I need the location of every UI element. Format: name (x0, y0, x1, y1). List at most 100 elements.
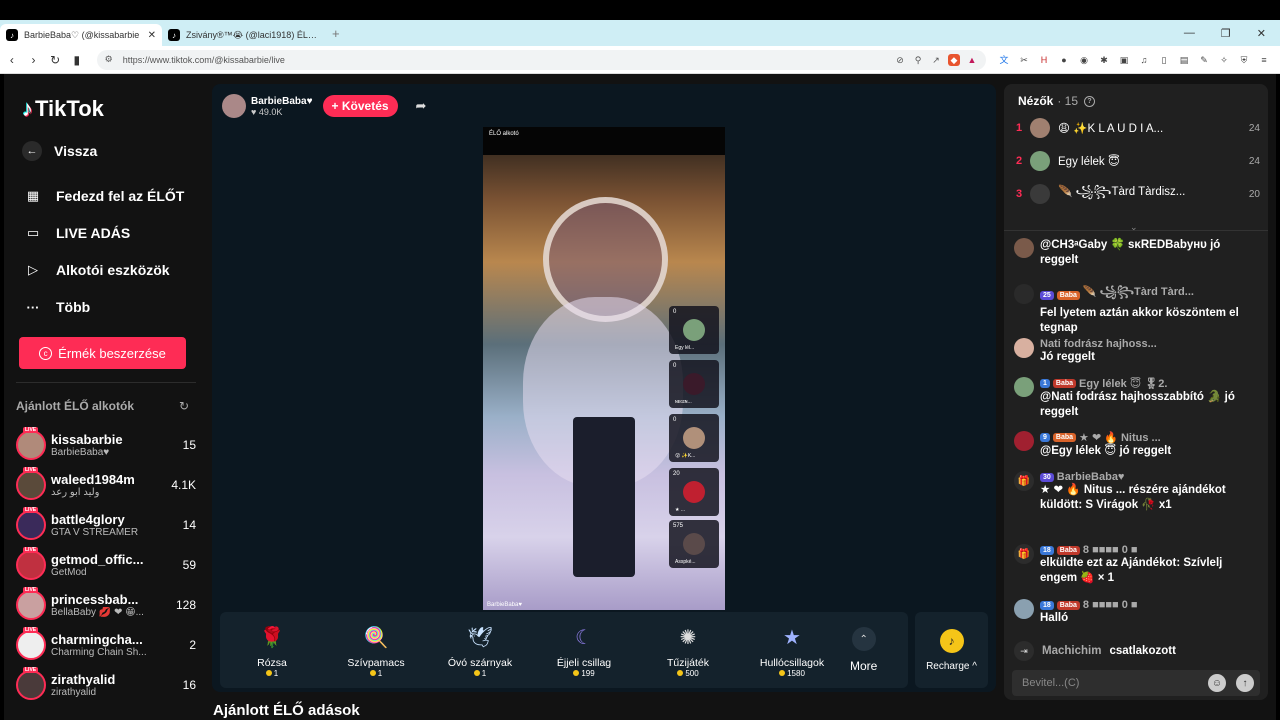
mini-viewer-card[interactable]: 20 ★ ... (669, 468, 719, 516)
tab-close-icon[interactable]: ✕ (148, 30, 156, 41)
forward-icon[interactable]: › (24, 53, 44, 67)
message-user[interactable]: 8 ■■■■ 0 ■ (1083, 544, 1138, 556)
mini-card-name: Egy lél... (675, 345, 695, 351)
creator-item[interactable]: LIVE kissabarbie BarbieBaba♥ 15 (16, 427, 196, 463)
join-user[interactable]: Machichim (1042, 645, 1101, 657)
gift-szivpamacs[interactable]: 🍭 Szívpamacs 1 (324, 623, 428, 678)
mini-viewer-card[interactable]: 0 ɴᴇɢɪɴ... (669, 360, 719, 408)
message-user[interactable]: 🪶 ꧁꧂Tàrd Tàrd... (1083, 284, 1194, 306)
mini-viewer-card[interactable]: 575 Asspké... (669, 520, 719, 568)
close-window-icon[interactable]: ✕ (1257, 27, 1266, 40)
viewer-rank: 2 (1016, 155, 1023, 167)
mini-card-name: ɴᴇɢɪɴ... (675, 399, 692, 405)
user-avatar[interactable] (1014, 599, 1034, 619)
mini-card-count: 0 (673, 417, 677, 423)
share-arrow-icon[interactable]: ➦ (416, 98, 427, 114)
viewers-title[interactable]: Nézők (1018, 94, 1053, 108)
vpn-icon[interactable]: ▲ (966, 54, 978, 66)
get-coins-button[interactable]: c Érmék beszerzése (19, 337, 186, 369)
nav-creator-tools[interactable]: ▷ Alkotói eszközök (22, 259, 170, 281)
browser-tab-active[interactable]: ♪ BarbieBaba♡ (@kissabarbie ✕ (0, 24, 162, 46)
maximize-icon[interactable]: ❐ (1221, 27, 1231, 40)
vpn-shield-icon[interactable]: ⛨ (1238, 54, 1250, 66)
emoji-icon[interactable]: ☺ (1208, 674, 1226, 692)
gift-ejjeli-csillag[interactable]: ☾ Éjjeli csillag 199 (532, 623, 636, 678)
user-avatar[interactable] (1014, 338, 1034, 358)
recharge-button[interactable]: ♪ Recharge ^ (915, 612, 988, 688)
extension-icon[interactable]: ✎ (1198, 54, 1210, 66)
extension-icon[interactable]: ◉ (1078, 54, 1090, 66)
gift-rozsa[interactable]: 🌹 Rózsa 1 (220, 623, 324, 678)
creator-item[interactable]: LIVE waleed1984m وليد ابو رعد 4.1K (16, 467, 196, 503)
user-avatar[interactable] (1014, 431, 1034, 451)
user-avatar[interactable] (1014, 238, 1034, 258)
message-user[interactable]: Egy lélek 😇 🎖2. (1079, 377, 1167, 390)
sidebar-icon[interactable]: ▯ (1158, 54, 1170, 66)
creator-item[interactable]: LIVE charmingcha... Charming Chain Sh... … (16, 627, 196, 663)
ai-icon[interactable]: ✧ (1218, 54, 1230, 66)
creator-item[interactable]: LIVE zirathyalid zirathyalid 16 (16, 667, 196, 703)
url-field[interactable]: ⚙ https://www.tiktok.com/@kissabarbie/li… (96, 49, 987, 70)
message-user[interactable]: 8 ■■■■ 0 ■ (1083, 599, 1138, 611)
mini-viewer-card[interactable]: 0 Egy lél... (669, 306, 719, 354)
gift-price-value: 1 (481, 668, 487, 678)
top-viewer-row[interactable]: 1 😩 ✨K L A U D I A... 24 (1016, 117, 1260, 139)
back-arrow-icon: ← (22, 141, 42, 161)
info-icon[interactable]: ? (1084, 95, 1096, 107)
chat-input[interactable] (1022, 677, 1208, 689)
extension-icon[interactable]: ✱ (1098, 54, 1110, 66)
browser-tab[interactable]: ♪ Zsivány®™😭 (@laci1918) ÉLŐ adás (162, 24, 324, 46)
extension-icon[interactable]: ● (1058, 54, 1070, 66)
live-video[interactable]: ÉLŐ alkotó 0 Egy lél... 0 ɴᴇɢɪɴ... 0 😮 ✨… (483, 127, 725, 610)
nav-more[interactable]: ··· Több (22, 296, 91, 318)
nav-explore-live[interactable]: ▦ Fedezd fel az ÉLŐT (22, 185, 185, 207)
no-image-icon[interactable]: ⊘ (894, 54, 906, 66)
site-settings-icon[interactable]: ⚙ (105, 54, 113, 65)
wallet-icon[interactable]: ▤ (1178, 54, 1190, 66)
music-icon[interactable]: ♫ (1138, 54, 1150, 66)
zoom-icon[interactable]: ⚲ (912, 54, 924, 66)
creator-item[interactable]: LIVE getmod_offic... GetMod 59 (16, 547, 196, 583)
reload-icon[interactable]: ↻ (45, 53, 65, 67)
message-user[interactable]: BarbieBaba♥ (1057, 471, 1125, 483)
refresh-icon[interactable]: ↻ (179, 399, 189, 413)
nav-back[interactable]: ← Vissza (22, 141, 97, 161)
more-gifts-button[interactable]: ⌃ More (850, 627, 877, 673)
share-icon[interactable]: ↗ (930, 54, 942, 66)
user-avatar[interactable] (1014, 284, 1034, 304)
mini-card-count: 575 (673, 523, 684, 529)
top-viewer-row[interactable]: 2 Egy lélek 😇 24 (1016, 150, 1260, 172)
new-tab-button[interactable]: + (332, 26, 340, 41)
user-avatar[interactable] (1014, 377, 1034, 397)
translate-icon[interactable]: 文 (998, 54, 1010, 66)
gift-tuzijatek[interactable]: ✺ Tűzijáték 500 (636, 623, 740, 678)
nav-live-studio[interactable]: ▭ LIVE ADÁS (22, 222, 130, 244)
tools-icon[interactable]: ✂ (1018, 54, 1030, 66)
extension-icon[interactable]: ▣ (1118, 54, 1130, 66)
logo-text: TikTok (35, 96, 104, 121)
level-badge: 18 (1040, 545, 1054, 555)
mini-viewer-card[interactable]: 0 😮 ✨K... (669, 414, 719, 462)
chevron-down-icon[interactable]: ⌄ (1130, 222, 1138, 233)
back-icon[interactable]: ‹ (2, 53, 22, 67)
tiktok-logo[interactable]: ♪ TikTok (22, 96, 104, 122)
menu-icon[interactable]: ≡ (1258, 54, 1270, 66)
top-viewer-row[interactable]: 3 🪶 ꧁꧂Tàrd Tàrdisz... 20 (1016, 183, 1260, 205)
host-name[interactable]: BarbieBaba♥ (251, 96, 313, 107)
creator-item[interactable]: LIVE princessbab... BellaBaby 💋 ❤ 😁... 12… (16, 587, 196, 623)
message-user[interactable]: Nati fodrász hajhoss... (1040, 338, 1157, 350)
url-text: https://www.tiktok.com/@kissabarbie/live (122, 54, 285, 65)
send-arrow-icon[interactable]: ↑ (1236, 674, 1254, 692)
host-avatar[interactable] (222, 94, 246, 118)
follow-button[interactable]: + Követés (322, 95, 398, 117)
screen-top-border (0, 0, 1280, 20)
gift-hullocsillagok[interactable]: ★ Hullócsillagok 1580 (740, 623, 844, 678)
gift-ovo-szarnyak[interactable]: 🕊 Óvó szárnyak 1 (428, 623, 532, 678)
creator-item[interactable]: LIVE battle4glory GTA V STREAMER 14 (16, 507, 196, 543)
bookmark-icon[interactable]: ▮ (67, 53, 87, 67)
message-user[interactable]: @CH3ᵃGaby 🍀 sᴋREDBabyʜᴜ jó (1040, 239, 1220, 251)
minimize-icon[interactable]: — (1184, 27, 1195, 40)
message-user[interactable]: ★ ❤ 🔥 Nitus ... (1079, 431, 1161, 444)
shield-icon[interactable]: ◆ (948, 53, 961, 66)
hls-icon[interactable]: H (1038, 54, 1050, 66)
